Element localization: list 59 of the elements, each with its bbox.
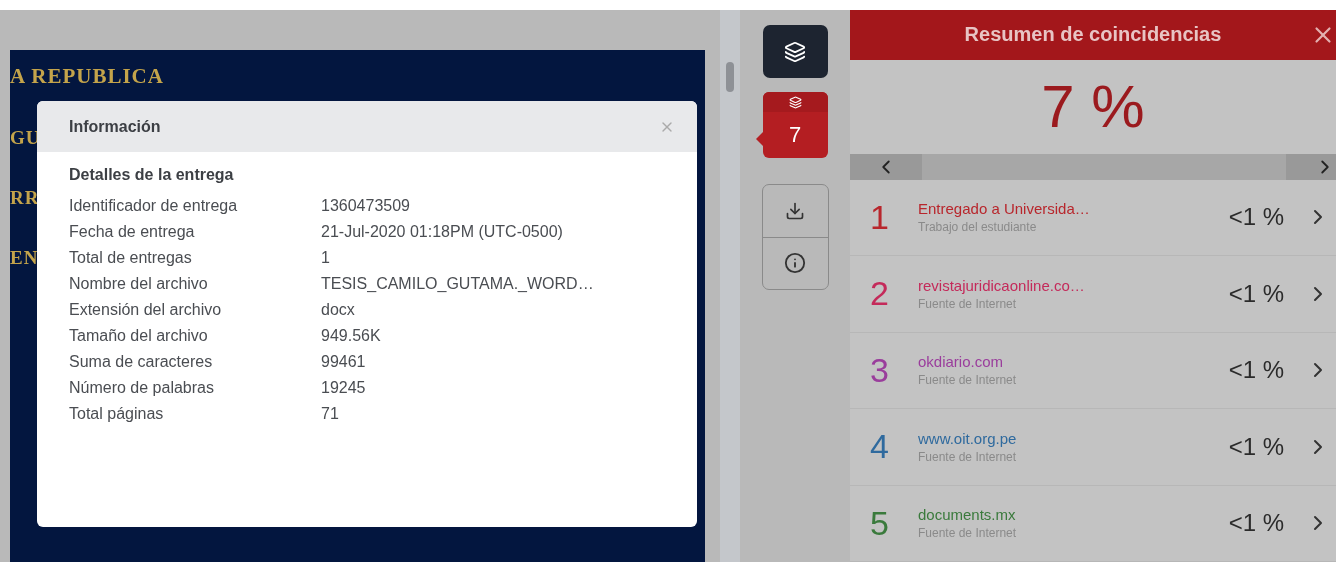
field-label: Total páginas (69, 404, 165, 424)
source-name: documents.mx (918, 506, 1017, 524)
field-value: docx (321, 300, 356, 320)
match-percent: <1 % (1228, 279, 1284, 308)
source-name: Entregado a Universida… (918, 200, 1091, 218)
match-row[interactable]: 5 documents.mx Fuente de Internet <1 % (850, 485, 1336, 562)
source-name: revistajuridicaonline.co… (918, 276, 1086, 294)
document-text: RR (10, 187, 40, 209)
match-row[interactable]: 4 www.oit.org.pe Fuente de Internet <1 % (850, 409, 1336, 486)
match-row[interactable]: 1 Entregado a Universida… Trabajo del estudiante <1 % (850, 179, 1336, 257)
match-number: 2 (870, 274, 890, 314)
field-label: Extensión del archivo (69, 300, 223, 320)
source-type: Fuente de Internet (918, 296, 1018, 311)
layers-icon (784, 40, 806, 63)
field-value: 71 (321, 404, 340, 424)
similarity-score: 7 % (1040, 72, 1146, 143)
source-name: okdiario.com (918, 353, 1005, 371)
document-heading: A REPUBLICA (10, 64, 164, 89)
field-value: TESIS_CAMILO_GUTAMA._WORD… (321, 274, 595, 294)
field-label: Número de palabras (69, 378, 215, 398)
match-row[interactable]: 2 revistajuridicaonline.co… Fuente de Internet <1 % (850, 256, 1336, 333)
layers-button[interactable] (762, 25, 828, 78)
field-value: 1 (321, 248, 331, 268)
source-type: Fuente de Internet (918, 373, 1018, 388)
panel-title: Resumen de coincidencias (964, 23, 1222, 47)
match-percent: <1 % (1228, 509, 1284, 538)
dialog-title: Información (69, 117, 161, 136)
field-label: Tamaño del archivo (69, 326, 209, 346)
field-value: 21-Jul-2020 01:18PM (UTC-0500) (321, 222, 564, 242)
field-label: Suma de caracteres (69, 352, 214, 372)
match-percent: <1 % (1228, 203, 1284, 232)
match-row[interactable]: 3 okdiario.com Fuente de Internet <1 % (850, 332, 1336, 410)
source-type: Trabajo del estudiante (918, 220, 1038, 235)
pointer-icon (755, 132, 763, 146)
source-name: www.oit.org.pe (918, 429, 1018, 447)
match-number: 4 (870, 427, 890, 467)
document-text: EN (10, 247, 39, 269)
field-value: 949.56K (321, 326, 382, 346)
field-value: 1360473509 (321, 196, 411, 216)
source-type: Fuente de Internet (918, 526, 1018, 541)
field-label: Fecha de entrega (69, 222, 196, 242)
field-label: Identificador de entrega (69, 196, 239, 216)
field-label: Nombre del archivo (69, 274, 209, 294)
info-icon (784, 252, 806, 275)
section-heading: Detalles de la entrega (69, 166, 235, 184)
match-percent: <1 % (1228, 432, 1284, 461)
scrollbar[interactable] (720, 10, 740, 562)
layers-icon (788, 95, 802, 109)
field-label: Total de entregas (69, 248, 193, 268)
download-icon (785, 200, 805, 221)
field-value: 19245 (321, 378, 367, 398)
next-button[interactable] (1286, 153, 1336, 180)
match-number: 5 (870, 503, 890, 543)
source-type: Fuente de Internet (918, 449, 1018, 464)
match-number: 3 (870, 350, 890, 390)
field-value: 99461 (321, 352, 367, 372)
match-percent: <1 % (1228, 356, 1284, 385)
match-number: 1 (870, 198, 890, 237)
scroll-thumb[interactable] (726, 62, 734, 92)
